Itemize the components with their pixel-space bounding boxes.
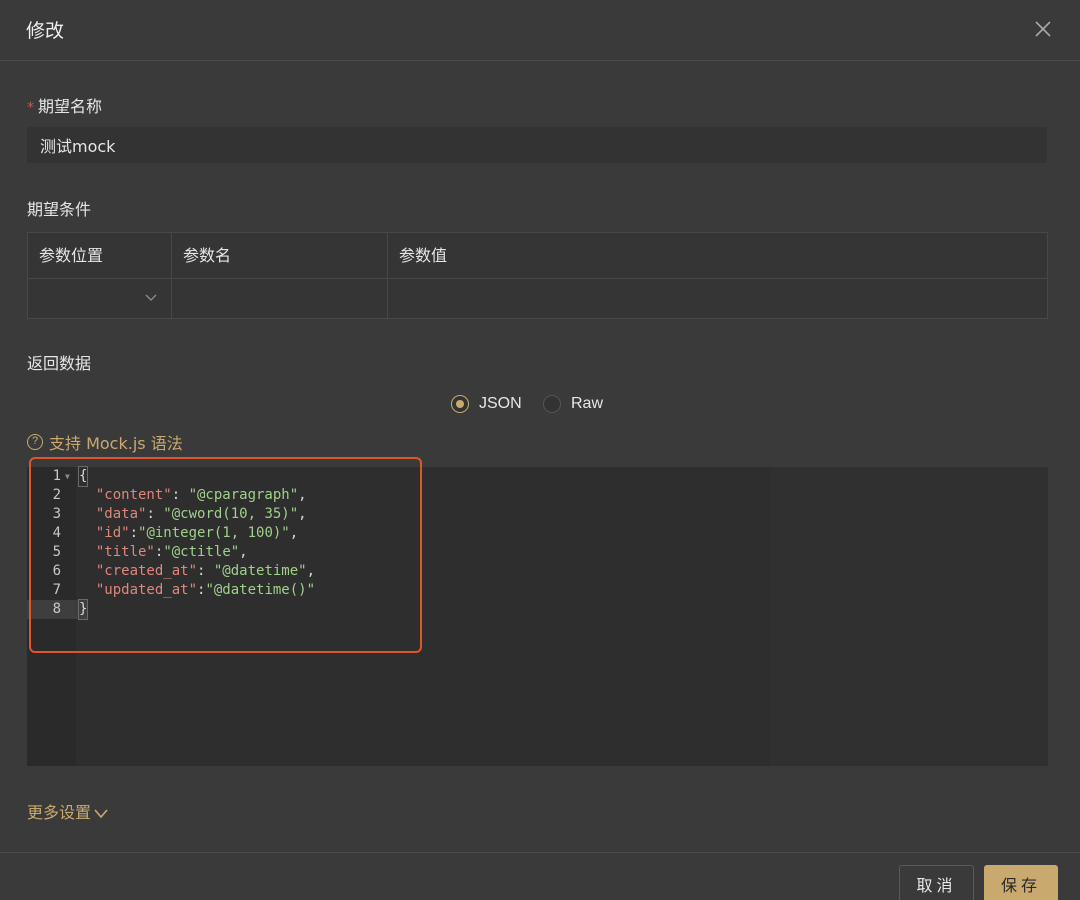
- json-value: "@integer(1, 100)": [138, 525, 290, 541]
- more-settings-toggle[interactable]: 更多设置: [27, 799, 109, 823]
- json-key: "content": [95, 487, 172, 503]
- fold-icon[interactable]: ▼: [65, 467, 70, 486]
- radio-json-label: JSON: [479, 395, 522, 412]
- dialog-header: 修改: [0, 0, 1080, 61]
- line-number: 4: [52, 525, 61, 541]
- json-key: "title": [95, 544, 155, 560]
- radio-raw-label: Raw: [571, 395, 604, 412]
- name-label: 期望名称: [38, 97, 103, 116]
- more-settings-label: 更多设置: [27, 803, 92, 822]
- code-line: 2 "content": "@cparagraph",: [27, 486, 1048, 505]
- response-label: 返回数据: [27, 354, 92, 373]
- line-number: 6: [52, 563, 61, 579]
- code-line-active: 8 }: [27, 599, 89, 620]
- header-param-position: 参数位置: [28, 233, 172, 279]
- json-value: "@cparagraph": [188, 487, 299, 503]
- code-text: "updated_at":"@datetime()": [95, 582, 316, 598]
- dialog-footer: 取消 保存: [0, 852, 1080, 900]
- code-line: 6 "created_at": "@datetime",: [27, 562, 1048, 581]
- param-position-select[interactable]: [28, 279, 172, 318]
- radio-json-circle: [451, 395, 469, 413]
- chevron-down-icon: [94, 808, 108, 818]
- mock-syntax-text: 支持 Mock.js 语法: [49, 434, 183, 453]
- dialog-title: 修改: [26, 20, 65, 42]
- line-number: 8: [52, 601, 61, 617]
- mock-syntax-hint[interactable]: ? 支持 Mock.js 语法: [27, 430, 183, 454]
- close-icon[interactable]: [1032, 18, 1054, 40]
- param-name-input[interactable]: [172, 279, 388, 318]
- code-text: "data": "@cword(10, 35)",: [95, 506, 307, 522]
- code-text: }: [77, 599, 89, 620]
- json-key: "data": [95, 506, 147, 522]
- code-line: 7 "updated_at":"@datetime()": [27, 581, 1048, 600]
- radio-json[interactable]: JSON: [451, 392, 522, 416]
- chevron-down-icon: [145, 294, 157, 301]
- code-text: "content": "@cparagraph",: [79, 486, 307, 505]
- cancel-button[interactable]: 取消: [899, 865, 974, 900]
- code-text: "id":"@integer(1, 100)",: [95, 525, 299, 541]
- radio-raw-circle: [543, 395, 561, 413]
- code-text: "created_at": "@datetime",: [95, 563, 316, 579]
- save-button[interactable]: 保存: [984, 865, 1058, 900]
- code-editor[interactable]: 1 ▼ { 2 "content": "@cparagraph", 3 "dat…: [27, 466, 1048, 766]
- header-param-name: 参数名: [172, 233, 388, 279]
- name-input[interactable]: [27, 127, 1047, 163]
- code-line: 1 ▼ {: [27, 466, 1048, 487]
- radio-raw[interactable]: Raw: [543, 392, 603, 416]
- json-value: "@cword(10, 35)": [163, 506, 299, 522]
- code-text: {: [77, 466, 89, 487]
- json-key: "created_at": [95, 563, 198, 579]
- conditions-table: 参数位置 参数名 参数值: [27, 232, 1048, 319]
- required-mark: *: [27, 100, 34, 116]
- json-value: "@datetime": [213, 563, 307, 579]
- code-text: "title":"@ctitle",: [95, 544, 248, 560]
- name-label-row: * 期望名称: [27, 93, 102, 117]
- param-value-input[interactable]: [388, 279, 1047, 318]
- conditions-label: 期望条件: [27, 200, 92, 219]
- help-icon: ?: [27, 434, 43, 450]
- json-value: "@datetime()": [205, 582, 316, 598]
- line-number: 3: [52, 506, 61, 522]
- line-number: 2: [52, 487, 61, 503]
- json-value: "@ctitle": [163, 544, 240, 560]
- json-key: "updated_at": [95, 582, 198, 598]
- header-param-value: 参数值: [388, 233, 1047, 279]
- json-key: "id": [95, 525, 130, 541]
- code-line: 3 "data": "@cword(10, 35)",: [27, 505, 1048, 524]
- code-line: 5 "title":"@ctitle",: [27, 543, 1048, 562]
- line-number: 1: [52, 468, 61, 484]
- code-line: 4 "id":"@integer(1, 100)",: [27, 524, 1048, 543]
- line-number: 5: [52, 544, 61, 560]
- line-number: 7: [52, 582, 61, 598]
